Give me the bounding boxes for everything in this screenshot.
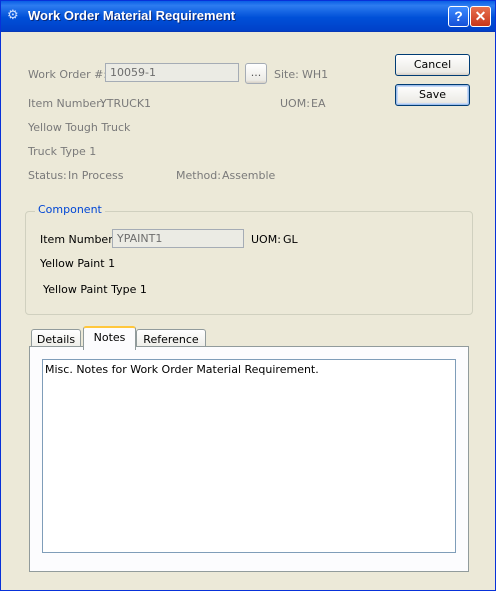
component-uom-label: UOM: [251, 233, 281, 246]
cancel-button[interactable]: Cancel [395, 54, 470, 76]
site-label: Site: [274, 68, 299, 81]
component-description2: Yellow Paint Type 1 [43, 283, 147, 296]
notes-tab-panel: Misc. Notes for Work Order Material Requ… [29, 346, 469, 572]
work-order-label: Work Order #: [28, 68, 108, 81]
dialog-window: ⚙ Work Order Material Requirement ? ✕ Wo… [0, 0, 496, 591]
uom-value: EA [311, 97, 326, 110]
item-number-label: Item Number: [28, 97, 105, 110]
item-number-value: YTRUCK1 [100, 97, 152, 110]
item-description2: Truck Type 1 [28, 145, 97, 158]
window-title: Work Order Material Requirement [28, 8, 236, 23]
site-value: WH1 [302, 68, 329, 81]
uom-label: UOM: [280, 97, 310, 110]
component-description1: Yellow Paint 1 [40, 257, 116, 270]
item-description1: Yellow Tough Truck [28, 121, 131, 134]
app-icon: ⚙ [7, 8, 19, 23]
status-label: Status: [28, 169, 67, 182]
component-uom-value: GL [283, 233, 298, 246]
work-order-field[interactable]: 10059-1 [105, 63, 239, 82]
component-item-number-field[interactable]: YPAINT1 [112, 229, 244, 248]
component-group-title: Component [35, 203, 105, 216]
title-bar[interactable]: ⚙ Work Order Material Requirement ? ✕ [1, 1, 495, 32]
close-button[interactable]: ✕ [470, 6, 491, 27]
save-button[interactable]: Save [395, 84, 470, 106]
component-item-number-label: Item Number: [40, 233, 117, 246]
method-label: Method: [176, 169, 221, 182]
dialog-body: Work Order #: 10059-1 ... Site: WH1 Item… [5, 33, 491, 586]
status-value: In Process [68, 169, 124, 182]
help-button[interactable]: ? [448, 6, 469, 27]
notes-textarea[interactable]: Misc. Notes for Work Order Material Requ… [42, 359, 456, 553]
work-order-lookup-button[interactable]: ... [245, 63, 267, 84]
method-value: Assemble [222, 169, 276, 182]
tab-notes[interactable]: Notes [83, 326, 136, 350]
